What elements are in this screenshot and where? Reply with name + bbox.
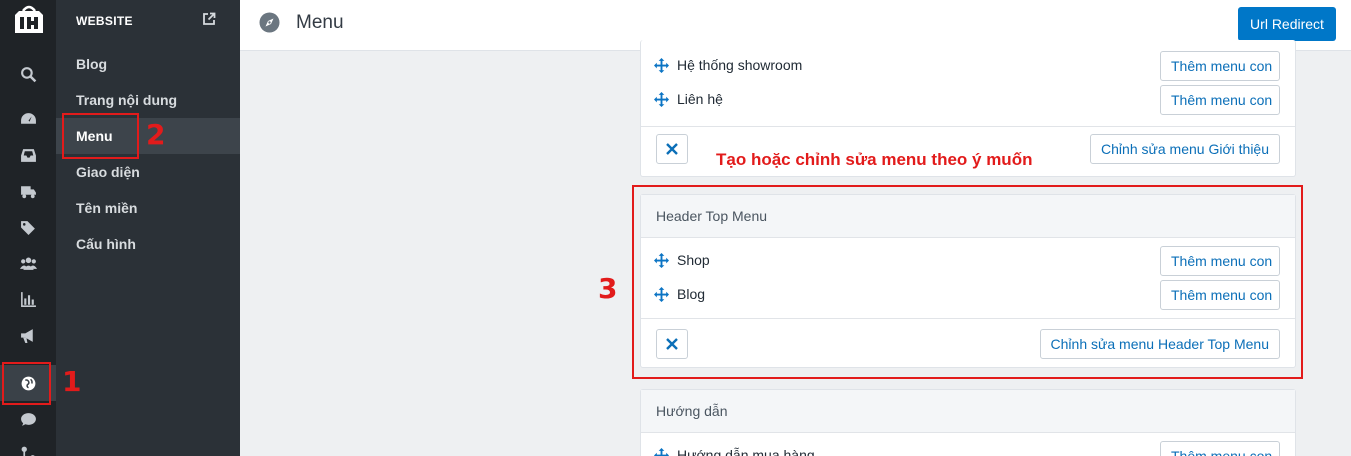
- url-redirect-button[interactable]: Url Redirect: [1238, 7, 1336, 41]
- integrations-icon[interactable]: [16, 441, 40, 456]
- sidebar-item-themes[interactable]: Giao diện: [56, 154, 240, 190]
- search-icon[interactable]: [16, 62, 40, 86]
- tags-icon[interactable]: [16, 215, 40, 239]
- add-submenu-button[interactable]: Thêm menu con: [1160, 51, 1280, 81]
- chat-icon[interactable]: [16, 407, 40, 431]
- compass-icon: [259, 12, 280, 33]
- step-number-2: 2: [146, 118, 166, 151]
- sidebar-item-blog[interactable]: Blog: [56, 46, 240, 82]
- menu-item-label: Hệ thống showroom: [677, 57, 803, 73]
- menu-item-row: Hệ thống showroom Thêm menu con: [641, 49, 1295, 83]
- logo[interactable]: [11, 5, 47, 39]
- highlight-globe: [2, 362, 51, 405]
- sidebar-item-settings[interactable]: Cấu hình: [56, 226, 240, 262]
- dashboard-icon[interactable]: [16, 107, 40, 131]
- page-title: Menu: [296, 12, 344, 33]
- delete-menu-button[interactable]: [656, 134, 688, 164]
- close-icon: [666, 143, 678, 155]
- truck-icon[interactable]: [16, 179, 40, 203]
- card-title: Hướng dẫn: [641, 390, 1295, 433]
- step-number-1: 1: [62, 365, 82, 398]
- menu-card-guide: Hướng dẫn Hướng dẫn mua hàng Thêm menu c…: [640, 389, 1296, 456]
- sidebar-item-domains[interactable]: Tên miền: [56, 190, 240, 226]
- menu-item-row: Liên hệ Thêm menu con: [641, 83, 1295, 117]
- sidebar-heading: WEBSITE: [76, 14, 133, 28]
- drag-handle-icon[interactable]: [654, 448, 669, 456]
- highlight-header-top-card: [632, 185, 1303, 379]
- external-link-icon[interactable]: [202, 12, 216, 26]
- menu-item-label: Hướng dẫn mua hàng: [677, 447, 815, 456]
- add-submenu-button[interactable]: Thêm menu con: [1160, 441, 1280, 456]
- step-number-3: 3: [598, 272, 618, 305]
- add-submenu-button[interactable]: Thêm menu con: [1160, 85, 1280, 115]
- megaphone-icon[interactable]: [16, 323, 40, 347]
- bar-chart-icon[interactable]: [16, 287, 40, 311]
- website-sidebar: WEBSITE Blog Trang nội dung Menu Giao di…: [56, 0, 240, 456]
- drag-handle-icon[interactable]: [654, 58, 669, 73]
- divider: [641, 126, 1295, 127]
- inbox-icon[interactable]: [16, 143, 40, 167]
- drag-handle-icon[interactable]: [654, 92, 669, 107]
- highlight-menu: [62, 113, 139, 159]
- menu-item-row: Hướng dẫn mua hàng Thêm menu con: [641, 439, 1295, 456]
- menu-item-label: Liên hệ: [677, 91, 723, 107]
- annotation-note: Tạo hoặc chỉnh sửa menu theo ý muốn: [716, 150, 1033, 169]
- edit-menu-button[interactable]: Chỉnh sửa menu Giới thiệu: [1090, 134, 1280, 164]
- users-icon[interactable]: [16, 251, 40, 275]
